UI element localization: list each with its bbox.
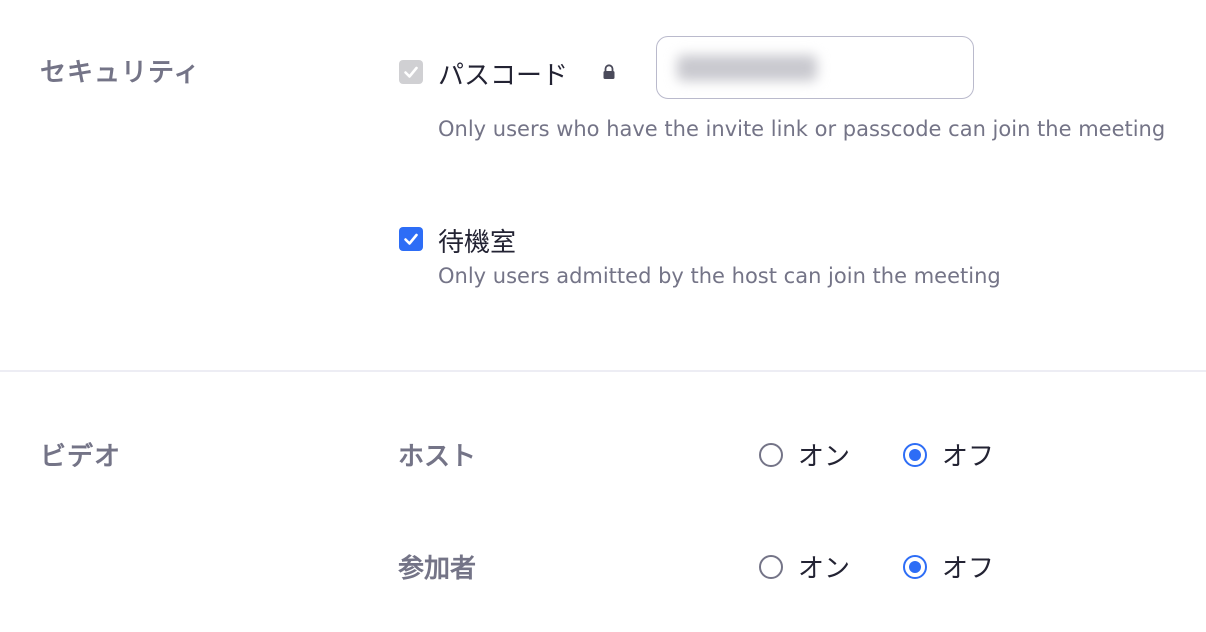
checkmark-icon <box>404 233 418 245</box>
passcode-input[interactable] <box>656 36 974 99</box>
lock-icon <box>603 64 615 79</box>
participant-video-label: 参加者 <box>398 554 477 584</box>
host-video-off-radio[interactable] <box>903 443 927 467</box>
section-divider <box>0 370 1206 372</box>
passcode-description: Only users who have the invite link or p… <box>438 117 1166 141</box>
host-video-on-radio[interactable] <box>759 443 783 467</box>
waiting-room-description: Only users admitted by the host can join… <box>438 264 1001 288</box>
video-section-label: ビデオ <box>40 442 122 472</box>
participant-video-on-label[interactable]: オン <box>798 548 850 585</box>
participant-video-on-radio[interactable] <box>759 555 783 579</box>
passcode-value-redacted <box>677 55 817 81</box>
checkmark-icon <box>404 66 418 78</box>
passcode-label: パスコード <box>438 61 569 91</box>
host-video-on-label[interactable]: オン <box>798 436 850 473</box>
host-video-label: ホスト <box>398 442 477 472</box>
host-video-off-label[interactable]: オフ <box>942 436 994 473</box>
passcode-checkbox[interactable] <box>399 60 423 84</box>
participant-video-off-label[interactable]: オフ <box>942 548 994 585</box>
security-section-label: セキュリティ <box>40 58 201 88</box>
waiting-room-checkbox[interactable] <box>399 227 423 251</box>
waiting-room-label: 待機室 <box>438 228 517 258</box>
participant-video-off-radio[interactable] <box>903 555 927 579</box>
